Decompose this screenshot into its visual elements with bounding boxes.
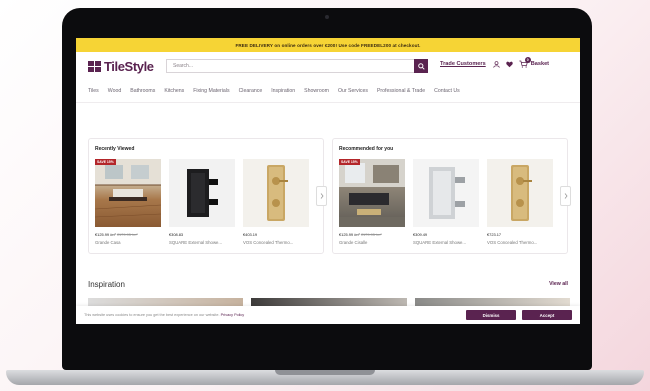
nav-item-contact-us[interactable]: Contact Us xyxy=(434,88,460,94)
product-price: €723.17 xyxy=(487,232,502,237)
product-price-line: €723.17 xyxy=(487,232,553,237)
wishlist-button[interactable] xyxy=(505,61,513,68)
chrome-mixer-illustration xyxy=(429,167,465,219)
header-actions: Trade Customers 0 Basket xyxy=(440,57,549,68)
nav-item-bathrooms[interactable]: Bathrooms xyxy=(130,88,155,94)
camera-dot xyxy=(325,15,329,19)
product-card[interactable]: €723.17 VOS Concealed Thermo... xyxy=(487,159,553,245)
basket-count-badge: 0 xyxy=(524,57,531,63)
product-card[interactable]: €309.49 SQUARE External Showe... xyxy=(413,159,479,245)
logo-tiles-icon xyxy=(88,60,101,72)
room-illustration xyxy=(95,159,161,218)
nav-item-kitchens[interactable]: Kitchens xyxy=(164,88,184,94)
view-all-link[interactable]: View all xyxy=(549,281,568,287)
nav-item-tiles[interactable]: Tiles xyxy=(88,88,99,94)
mixer-illustration xyxy=(187,169,218,217)
product-image-living-room-floor[interactable]: SAVE 15% xyxy=(339,159,405,227)
cookie-text: This website uses cookies to ensure you … xyxy=(84,313,220,317)
chevron-right-icon xyxy=(320,193,324,199)
cookie-accept-button[interactable]: Accept xyxy=(522,310,572,320)
browser-screen: FREE DELIVERY on online orders over €200… xyxy=(76,38,580,324)
save-badge: SAVE 15% xyxy=(95,159,116,165)
product-name[interactable]: VOS Concealed Thermo... xyxy=(243,240,309,245)
recommended-panel: Recommended for you SAVE 15% €125.99 /m² xyxy=(332,138,571,254)
laptop-notch xyxy=(275,370,375,375)
site-header: TileStyle Search... Trade Customers 0 Ba… xyxy=(76,52,580,80)
thermostat-illustration xyxy=(511,165,532,221)
logo-text: TileStyle xyxy=(104,58,154,74)
thermostat-illustration xyxy=(267,165,288,221)
product-card[interactable]: €308.83 SQUARE External Showe... xyxy=(169,159,235,245)
product-name[interactable]: Grande Cisalle xyxy=(339,240,405,245)
nav-item-our-services[interactable]: Our Services xyxy=(338,88,368,94)
product-price: €125.99 /m² xyxy=(95,232,116,237)
product-image-brass-thermostat[interactable] xyxy=(487,159,553,227)
recently-viewed-title: Recently Viewed xyxy=(95,146,135,152)
search-bar[interactable]: Search... xyxy=(166,59,428,73)
trade-customers-link[interactable]: Trade Customers xyxy=(440,61,486,67)
basket-button[interactable]: 0 xyxy=(519,57,531,68)
carousel-next-button[interactable] xyxy=(316,186,327,206)
product-image-wood-floor-room[interactable]: SAVE 15% xyxy=(95,159,161,227)
nav-item-inspiration[interactable]: Inspiration xyxy=(271,88,295,94)
promo-banner: FREE DELIVERY on online orders over €200… xyxy=(76,38,580,52)
cookie-dismiss-button[interactable]: Dismiss xyxy=(466,310,516,320)
product-price-line: €125.99 /m² €179.95 /m² xyxy=(339,232,405,237)
product-price: €308.83 xyxy=(169,232,184,237)
product-price-line: €309.49 xyxy=(413,232,479,237)
search-icon xyxy=(417,62,425,70)
product-price-line: €403.19 xyxy=(243,232,309,237)
product-was-price: €179.95 /m² xyxy=(116,232,138,237)
product-name[interactable]: SQUARE External Showe... xyxy=(413,240,479,245)
product-name[interactable]: VOS Concealed Thermo... xyxy=(487,240,553,245)
product-was-price: €179.95 /m² xyxy=(360,232,382,237)
nav-item-showroom[interactable]: Showroom xyxy=(304,88,329,94)
carousel-next-button[interactable] xyxy=(560,186,571,206)
product-price: €309.49 xyxy=(413,232,428,237)
user-icon xyxy=(493,60,500,68)
account-button[interactable] xyxy=(493,60,500,68)
recommended-title: Recommended for you xyxy=(339,146,394,152)
heart-icon xyxy=(505,61,513,67)
search-input[interactable]: Search... xyxy=(167,63,414,69)
product-price: €125.99 /m² xyxy=(339,232,360,237)
cookie-message: This website uses cookies to ensure you … xyxy=(76,313,466,317)
nav-item-fixing-materials[interactable]: Fixing Materials xyxy=(193,88,229,94)
product-card[interactable]: SAVE 15% €125.99 /m² €179.95 /m² Grande … xyxy=(95,159,161,245)
product-image-black-mixer[interactable] xyxy=(169,159,235,227)
product-name[interactable]: Grande Casa xyxy=(95,240,161,245)
product-price-line: €308.83 xyxy=(169,232,235,237)
cookie-banner: This website uses cookies to ensure you … xyxy=(76,306,580,324)
product-image-brass-thermostat[interactable] xyxy=(243,159,309,227)
nav-item-wood[interactable]: Wood xyxy=(108,88,121,94)
privacy-policy-link[interactable]: Privacy Policy xyxy=(221,313,245,317)
product-price-line: €125.99 /m² €179.95 /m² xyxy=(95,232,161,237)
promo-text: FREE DELIVERY on online orders over €200… xyxy=(235,42,421,48)
product-image-chrome-mixer[interactable] xyxy=(413,159,479,227)
basket-label[interactable]: Basket xyxy=(531,61,549,67)
recently-viewed-panel: Recently Viewed SAVE 15% €125.99 /m² €17… xyxy=(88,138,327,254)
inspiration-heading: Inspiration xyxy=(88,280,125,289)
product-card[interactable]: SAVE 15% €125.99 /m² €179.95 /m² Grande … xyxy=(339,159,405,245)
site-logo[interactable]: TileStyle xyxy=(88,59,154,74)
product-card[interactable]: €403.19 VOS Concealed Thermo... xyxy=(243,159,309,245)
living-room-illustration xyxy=(339,159,405,227)
main-nav: Tiles Wood Bathrooms Kitchens Fixing Mat… xyxy=(76,80,580,103)
save-badge: SAVE 15% xyxy=(339,159,360,165)
product-price: €403.19 xyxy=(243,232,258,237)
product-name[interactable]: SQUARE External Showe... xyxy=(169,240,235,245)
chevron-right-icon xyxy=(564,193,568,199)
search-button[interactable] xyxy=(414,59,428,73)
nav-item-professional-trade[interactable]: Professional & Trade xyxy=(377,88,425,94)
nav-item-clearance[interactable]: Clearance xyxy=(239,88,263,94)
product-panels: Recently Viewed SAVE 15% €125.99 /m² €17… xyxy=(88,138,571,254)
